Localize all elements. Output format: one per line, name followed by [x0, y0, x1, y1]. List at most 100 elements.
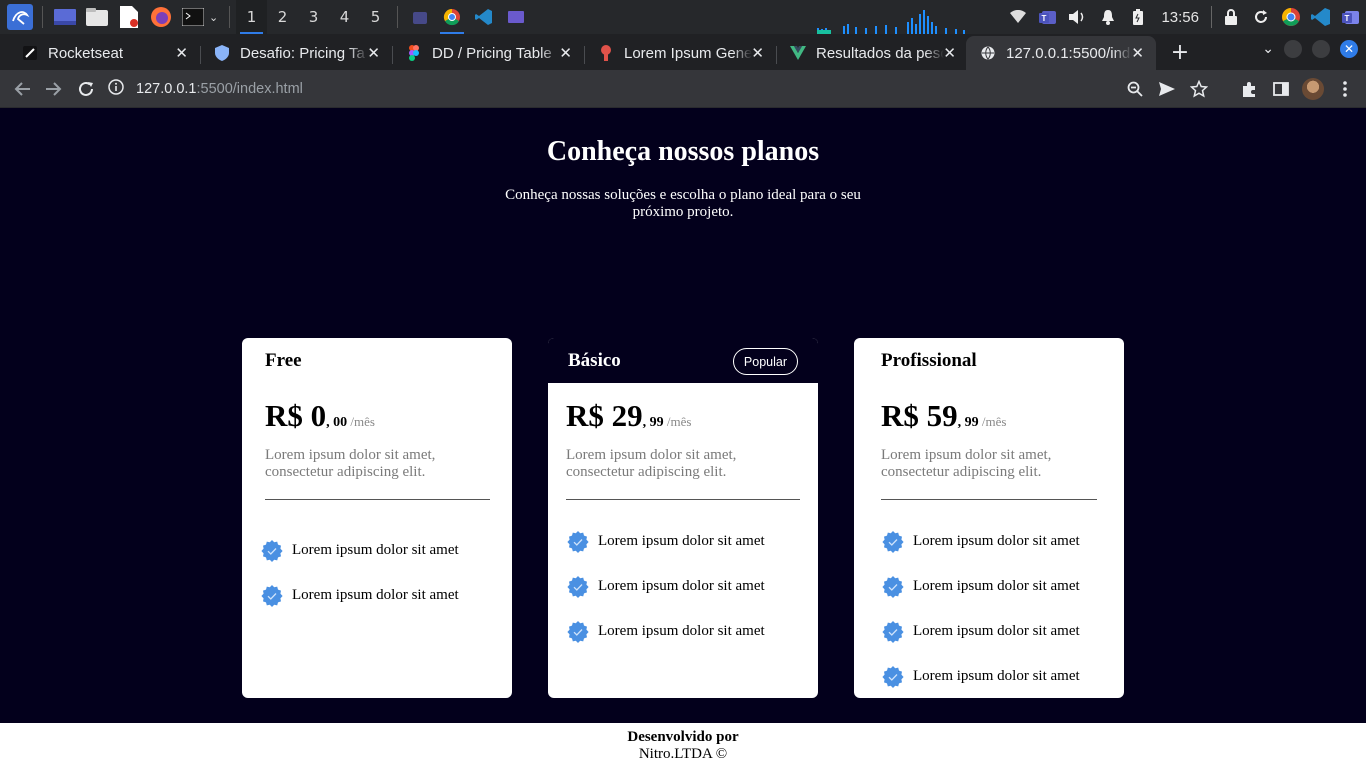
feature-item: Lorem ipsum dolor sit amet [881, 654, 1080, 698]
tab-desafio[interactable]: Desafio: Pricing Ta ✕ [200, 36, 393, 70]
zoom-icon[interactable] [1124, 74, 1146, 104]
close-window-button[interactable]: ✕ [1340, 40, 1358, 58]
divider [566, 499, 800, 500]
tab-localhost[interactable]: 127.0.0.1:5500/inde ✕ [966, 36, 1156, 70]
site-info-icon[interactable] [108, 79, 124, 99]
show-desktop-icon[interactable] [52, 4, 78, 30]
vscode-icon[interactable] [468, 0, 500, 34]
plan-price: R$ 59, 99 /mês [881, 398, 1006, 434]
footer-credit: Desenvolvido por [627, 729, 739, 745]
tab-rocketseat[interactable]: Rocketseat ✕ [8, 36, 201, 70]
price-period: /mês [663, 414, 692, 429]
profile-avatar[interactable] [1302, 74, 1324, 104]
plan-card-header: Básico Popular [548, 338, 818, 383]
tab-search-icon[interactable]: ⌄ [1262, 41, 1274, 57]
feature-item: Lorem ipsum dolor sit amet [881, 609, 1080, 654]
close-icon[interactable]: ✕ [367, 44, 380, 62]
reload-button[interactable] [75, 78, 97, 100]
clock[interactable]: 13:56 [1153, 9, 1207, 26]
workspace-3[interactable]: 3 [298, 0, 329, 34]
workspace-2[interactable]: 2 [267, 0, 298, 34]
close-icon[interactable]: ✕ [751, 44, 764, 62]
new-tab-button[interactable]: + [1168, 40, 1192, 65]
plan-description: Lorem ipsum dolor sit amet, consectetur … [566, 447, 737, 480]
plan-card-basico: Básico Popular R$ 29, 99 /mês Lorem ipsu… [548, 338, 818, 698]
check-badge-icon [566, 575, 590, 599]
lorem-icon [598, 45, 614, 61]
menu-kebab-icon[interactable] [1334, 74, 1356, 104]
cpu-graph-icon [817, 10, 965, 34]
feature-item: Lorem ipsum dolor sit amet [566, 609, 765, 654]
plan-price: R$ 29, 99 /mês [566, 398, 691, 434]
send-icon[interactable] [1156, 74, 1178, 104]
bookmark-star-icon[interactable] [1188, 74, 1210, 104]
firefox-icon[interactable] [148, 4, 174, 30]
tab-title: Lorem Ipsum Gene [624, 44, 752, 62]
workspace-4[interactable]: 4 [329, 0, 360, 34]
plan-name: Básico [568, 350, 621, 371]
tray-separator [1211, 6, 1212, 28]
tab-title: Rocketseat [48, 44, 124, 62]
plan-description: Lorem ipsum dolor sit amet, consectetur … [265, 447, 436, 480]
svg-text:T: T [1042, 14, 1047, 23]
url-path: :5500/index.html [196, 81, 303, 97]
check-badge-icon [260, 539, 284, 563]
feature-list: Lorem ipsum dolor sit amet Lorem ipsum d… [566, 519, 765, 654]
tab-figma[interactable]: DD / Pricing Table ✕ [392, 36, 585, 70]
network-icon[interactable] [1003, 0, 1033, 34]
terminal-dropdown-icon[interactable]: ⌄ [209, 11, 223, 24]
forward-button[interactable] [43, 78, 65, 100]
chrome-icon[interactable] [1276, 0, 1306, 34]
feature-list: Lorem ipsum dolor sit amet Lorem ipsum d… [260, 528, 459, 618]
notifications-icon[interactable] [1093, 0, 1123, 34]
price-cents: , 00 [326, 415, 348, 430]
feature-label: Lorem ipsum dolor sit amet [913, 578, 1080, 594]
workspace-5[interactable]: 5 [360, 0, 391, 34]
close-icon[interactable]: ✕ [175, 44, 188, 62]
maximize-button[interactable] [1312, 40, 1330, 58]
close-icon[interactable]: ✕ [943, 44, 956, 62]
teams-icon[interactable]: T [1033, 0, 1063, 34]
price-period: /mês [978, 414, 1007, 429]
app-icon[interactable] [500, 0, 532, 34]
extensions-icon[interactable] [1238, 74, 1260, 104]
file-manager-icon[interactable] [84, 4, 110, 30]
volume-icon[interactable] [1063, 0, 1093, 34]
plan-price: R$ 0, 00 /mês [265, 398, 375, 434]
text-editor-icon[interactable] [116, 4, 142, 30]
feature-label: Lorem ipsum dolor sit amet [913, 533, 1080, 549]
close-icon[interactable]: ✕ [559, 44, 572, 62]
tab-lorem[interactable]: Lorem Ipsum Gene ✕ [584, 36, 777, 70]
feature-label: Lorem ipsum dolor sit amet [292, 587, 459, 603]
close-icon[interactable]: ✕ [1131, 44, 1144, 62]
feature-label: Lorem ipsum dolor sit amet [913, 668, 1080, 684]
battery-icon[interactable] [1123, 0, 1153, 34]
teams-icon[interactable]: T [1336, 0, 1366, 34]
kali-menu-icon[interactable] [7, 4, 33, 30]
feature-label: Lorem ipsum dolor sit amet [913, 623, 1080, 639]
page-subtitle: Conheça nossas soluções e escolha o plan… [505, 187, 861, 220]
chrome-icon[interactable] [436, 0, 468, 34]
check-badge-icon [881, 665, 905, 689]
plan-name: Profissional [881, 350, 977, 371]
feature-label: Lorem ipsum dolor sit amet [598, 623, 765, 639]
minimize-button[interactable] [1284, 40, 1302, 58]
url-text[interactable]: 127.0.0.1:5500/index.html [136, 81, 303, 97]
footer-company: Nitro.LTDA © [638, 746, 728, 762]
workspace-1[interactable]: 1 [236, 0, 267, 34]
feature-item: Lorem ipsum dolor sit amet [566, 519, 765, 564]
terminal-icon[interactable] [180, 4, 206, 30]
lock-icon[interactable] [1216, 0, 1246, 34]
side-panel-icon[interactable] [1270, 74, 1292, 104]
plan-description: Lorem ipsum dolor sit amet, consectetur … [881, 447, 1052, 480]
shield-icon [214, 45, 230, 61]
refresh-icon[interactable] [1246, 0, 1276, 34]
svg-text:T: T [1345, 14, 1350, 23]
address-bar[interactable]: 127.0.0.1:5500/index.html [108, 73, 1228, 105]
vscode-icon[interactable] [1306, 0, 1336, 34]
check-badge-icon [881, 575, 905, 599]
tab-resultados[interactable]: Resultados da peso ✕ [776, 36, 968, 70]
teams-icon[interactable] [404, 0, 436, 34]
feature-item: Lorem ipsum dolor sit amet [881, 564, 1080, 609]
back-button[interactable] [11, 78, 33, 100]
